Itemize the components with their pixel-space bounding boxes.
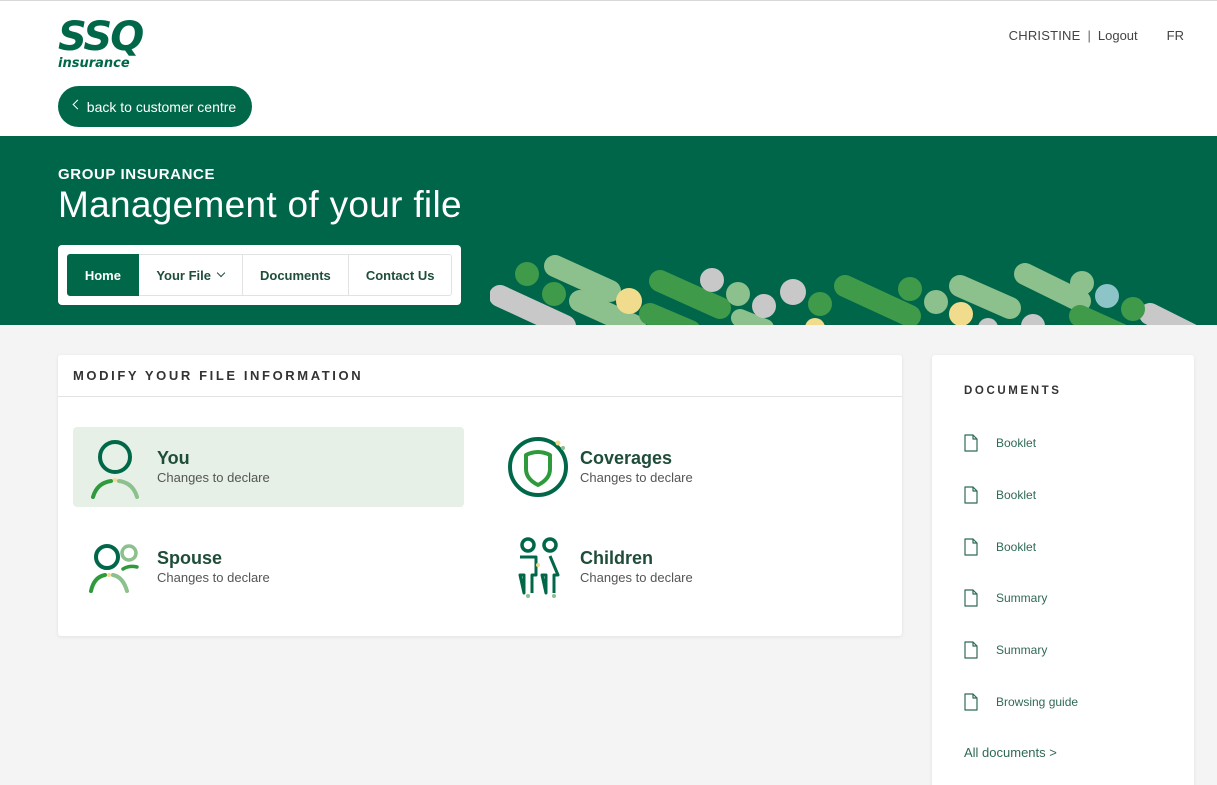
document-link[interactable]: Summary (964, 640, 1047, 660)
document-link[interactable]: Browsing guide (964, 692, 1078, 712)
decorative-pill-pattern (490, 255, 1197, 325)
tile-children[interactable]: Children Changes to declare (496, 527, 887, 607)
user-separator: | (1087, 28, 1091, 43)
document-link[interactable]: Booklet (964, 433, 1036, 453)
document-link[interactable]: Booklet (964, 485, 1036, 505)
top-bar: SSQ insurance CHRISTINE | Logout FR back… (0, 0, 1217, 136)
chevron-down-icon (216, 268, 226, 278)
nav-your-file-label: Your File (156, 267, 211, 283)
ssq-logo[interactable]: SSQ insurance (58, 15, 158, 73)
main-nav: Home Your File Documents Contact Us (58, 245, 461, 305)
hero-banner: GROUP INSURANCE Management of your file … (0, 136, 1217, 325)
modify-file-card: MODIFY YOUR FILE INFORMATION You Changes… (58, 355, 902, 636)
tile-children-subtitle: Changes to declare (580, 570, 693, 585)
user-area: CHRISTINE | Logout FR (1009, 28, 1184, 43)
chevron-left-icon (72, 99, 83, 110)
tile-you[interactable]: You Changes to declare (73, 427, 464, 507)
document-label: Summary (996, 591, 1048, 605)
couple-icon (89, 544, 139, 593)
shield-icon (508, 437, 568, 497)
language-toggle[interactable]: FR (1167, 28, 1184, 43)
tile-you-subtitle: Changes to declare (157, 470, 270, 485)
nav-contact-tab[interactable]: Contact Us (349, 254, 452, 296)
nav-documents-label: Documents (260, 267, 331, 283)
tile-coverages[interactable]: Coverages Changes to declare (496, 427, 887, 507)
tile-children-title: Children (580, 548, 654, 568)
documents-sidebar: DOCUMENTS Booklet Booklet Booklet Summar… (932, 355, 1194, 785)
tile-spouse[interactable]: Spouse Changes to declare (73, 527, 464, 607)
nav-home-tab[interactable]: Home (67, 254, 139, 296)
logout-link[interactable]: Logout (1098, 28, 1138, 43)
person-icon (91, 440, 139, 499)
document-label: Summary (996, 643, 1048, 657)
tile-coverages-title: Coverages (580, 448, 673, 468)
tile-spouse-subtitle: Changes to declare (157, 570, 270, 585)
document-icon (964, 589, 978, 607)
document-label: Booklet (996, 488, 1037, 502)
children-icon (518, 537, 560, 598)
hero-eyebrow: GROUP INSURANCE (58, 166, 216, 183)
tile-you-title: You (157, 448, 190, 468)
document-icon (964, 538, 978, 556)
document-icon (964, 486, 978, 504)
back-button-label: back to customer centre (86, 98, 237, 115)
documents-title: DOCUMENTS (964, 385, 1062, 397)
logo-wordmark: SSQ (58, 14, 144, 60)
nav-documents-tab[interactable]: Documents (242, 254, 350, 296)
document-link[interactable]: Booklet (964, 537, 1036, 557)
document-icon (964, 693, 978, 711)
logo-subtitle: insurance (58, 56, 130, 71)
tile-spouse-title: Spouse (157, 548, 223, 568)
document-icon (964, 434, 978, 452)
back-to-customer-centre-button[interactable]: back to customer centre (58, 86, 252, 127)
document-icon (964, 641, 978, 659)
document-label: Booklet (996, 436, 1037, 450)
document-link[interactable]: Summary (964, 588, 1047, 608)
nav-contact-label: Contact Us (365, 267, 435, 283)
tile-coverages-subtitle: Changes to declare (580, 470, 693, 485)
document-label: Booklet (996, 540, 1037, 554)
nav-your-file-tab[interactable]: Your File (138, 254, 243, 296)
user-name: CHRISTINE (1008, 28, 1081, 43)
modify-card-title: MODIFY YOUR FILE INFORMATION (58, 355, 902, 397)
document-label: Browsing guide (996, 695, 1079, 709)
all-documents-link[interactable]: All documents > (964, 745, 1057, 760)
page-title: Management of your file (58, 184, 462, 225)
nav-home-label: Home (84, 267, 121, 283)
